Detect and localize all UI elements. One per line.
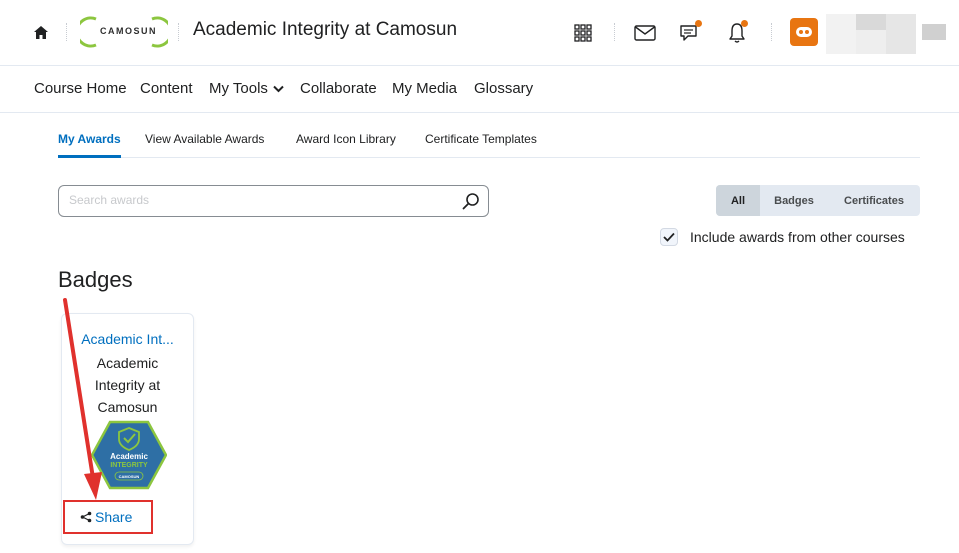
badge-title-link[interactable]: Academic Int... bbox=[62, 331, 193, 347]
divider bbox=[614, 23, 615, 41]
badge-image-footer: CAMOSUN bbox=[119, 474, 140, 479]
nav-content[interactable]: Content bbox=[140, 80, 193, 97]
divider bbox=[178, 23, 179, 41]
include-other-courses-label: Include awards from other courses bbox=[690, 229, 905, 245]
nav-course-home[interactable]: Course Home bbox=[34, 80, 127, 97]
tab-view-available-awards[interactable]: View Available Awards bbox=[145, 132, 264, 158]
search-input[interactable] bbox=[69, 193, 449, 207]
course-title[interactable]: Academic Integrity at Camosun bbox=[193, 19, 457, 41]
search-icon[interactable] bbox=[462, 192, 480, 210]
filter-certificates-button[interactable]: Certificates bbox=[828, 185, 920, 216]
app-grid-icon[interactable] bbox=[570, 20, 596, 46]
badge-image[interactable]: Academic INTEGRITY CAMOSUN bbox=[91, 420, 167, 490]
checkmark-icon bbox=[663, 232, 675, 242]
divider bbox=[771, 23, 772, 41]
nav-my-media[interactable]: My Media bbox=[392, 80, 457, 97]
tab-certificate-templates[interactable]: Certificate Templates bbox=[425, 132, 537, 158]
award-type-filter: All Badges Certificates bbox=[716, 185, 920, 216]
badge-name: Academic Integrity at Camosun bbox=[94, 355, 161, 415]
badge-image-line1: Academic bbox=[110, 452, 148, 461]
filter-badges-button[interactable]: Badges bbox=[760, 185, 828, 216]
top-header: CAMOSUN Academic Integrity at Camosun bbox=[0, 0, 959, 66]
mail-icon[interactable] bbox=[632, 20, 658, 46]
avatar-icon[interactable] bbox=[790, 18, 818, 46]
awards-tabs: My Awards View Available Awards Award Ic… bbox=[58, 132, 920, 158]
camosun-logo[interactable]: CAMOSUN bbox=[80, 15, 168, 49]
nav-glossary[interactable]: Glossary bbox=[474, 80, 533, 97]
nav-my-tools-label: My Tools bbox=[209, 80, 268, 97]
filter-all-button[interactable]: All bbox=[716, 185, 760, 216]
notification-dot bbox=[741, 20, 748, 27]
bell-icon[interactable] bbox=[724, 20, 750, 46]
include-other-courses: Include awards from other courses bbox=[660, 228, 905, 246]
chevron-down-icon bbox=[273, 85, 284, 93]
search-box bbox=[58, 185, 489, 217]
include-other-courses-checkbox[interactable] bbox=[660, 228, 678, 246]
share-highlight-box bbox=[63, 500, 153, 534]
logo-text: CAMOSUN bbox=[100, 26, 157, 36]
username-redacted[interactable] bbox=[826, 14, 946, 54]
chat-icon[interactable] bbox=[677, 20, 703, 46]
badge-image-line2: INTEGRITY bbox=[110, 462, 148, 469]
divider bbox=[66, 23, 67, 41]
home-icon[interactable] bbox=[30, 22, 52, 42]
nav-collaborate[interactable]: Collaborate bbox=[300, 80, 377, 97]
tab-award-icon-library[interactable]: Award Icon Library bbox=[296, 132, 396, 158]
nav-my-tools[interactable]: My Tools bbox=[209, 80, 284, 97]
notification-dot bbox=[695, 20, 702, 27]
tab-my-awards[interactable]: My Awards bbox=[58, 132, 121, 158]
section-title: Badges bbox=[58, 267, 133, 292]
course-navbar: Course Home Content My Tools Collaborate… bbox=[0, 66, 959, 113]
